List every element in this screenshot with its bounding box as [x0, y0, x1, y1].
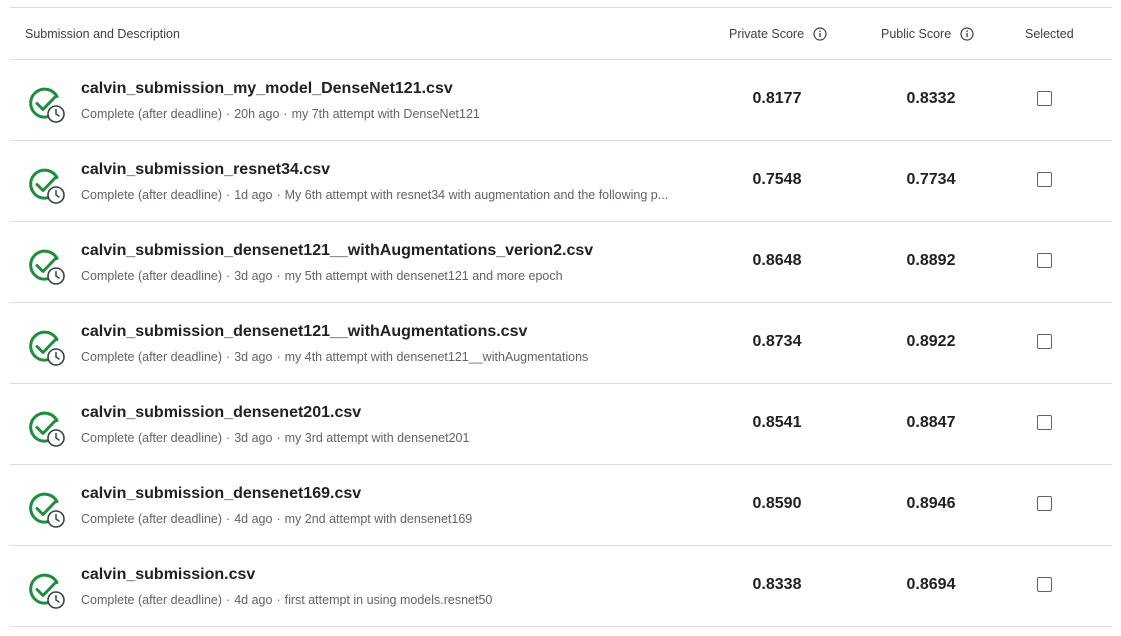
selected-checkbox[interactable]: [1037, 172, 1052, 187]
header-description: Submission and Description: [25, 27, 180, 41]
table-row[interactable]: calvin_submission_my_model_DenseNet121.c…: [10, 60, 1112, 141]
public-score: 0.8332: [906, 90, 956, 107]
submission-meta: Complete (after deadline) · 3d ago · my 3rd …: [81, 431, 470, 445]
submission-meta: Complete (after deadline) · 1d ago · My 6th …: [81, 188, 669, 202]
complete-status-icon: [29, 330, 65, 366]
submission-description: my 4th attempt with densenet121__withAug…: [284, 350, 589, 364]
public-score: 0.8892: [906, 252, 956, 269]
submission-status: Complete (after deadline): [81, 431, 223, 445]
header-public-score[interactable]: Public Score: [881, 27, 974, 41]
submission-status: Complete (after deadline): [81, 107, 223, 121]
header-private-score[interactable]: Private Score: [729, 27, 827, 41]
complete-status-icon: [29, 168, 65, 204]
private-score: 0.7548: [752, 171, 802, 188]
public-score: 0.8847: [906, 414, 956, 431]
submission-time: 3d ago: [234, 431, 273, 445]
submission-description: my 7th attempt with DenseNet121: [291, 107, 480, 121]
submission-status: Complete (after deadline): [81, 593, 223, 607]
submission-title[interactable]: calvin_submission_my_model_DenseNet121.c…: [81, 80, 453, 98]
selected-checkbox[interactable]: [1037, 415, 1052, 430]
submission-description: my 2nd attempt with densenet169: [284, 512, 473, 526]
complete-status-icon: [29, 249, 65, 285]
submission-meta: Complete (after deadline) · 3d ago · my 4th …: [81, 350, 589, 364]
private-score: 0.8177: [752, 90, 802, 107]
submission-description: my 3rd attempt with densenet201: [284, 431, 470, 445]
submission-meta: Complete (after deadline) · 4d ago · first a…: [81, 593, 493, 607]
submission-time: 3d ago: [234, 350, 273, 364]
table-header: Submission and Description Private Score…: [10, 7, 1112, 60]
selected-checkbox[interactable]: [1037, 496, 1052, 511]
selected-checkbox[interactable]: [1037, 253, 1052, 268]
submission-description: My 6th attempt with resnet34 with augmen…: [284, 188, 669, 202]
table-row[interactable]: calvin_submission_resnet34.csv Complete …: [10, 141, 1112, 222]
submission-meta: Complete (after deadline) · 3d ago · my 5th …: [81, 269, 563, 283]
private-score: 0.8734: [752, 333, 802, 350]
public-score: 0.8922: [906, 333, 956, 350]
submission-status: Complete (after deadline): [81, 350, 223, 364]
submission-title[interactable]: calvin_submission_densenet201.csv: [81, 404, 361, 422]
submission-meta: Complete (after deadline) · 4d ago · my 2nd …: [81, 512, 473, 526]
header-selected-label: Selected: [1025, 27, 1074, 41]
public-score: 0.8694: [906, 576, 956, 593]
selected-checkbox[interactable]: [1037, 91, 1052, 106]
complete-status-icon: [29, 411, 65, 447]
table-row[interactable]: calvin_submission_densenet121__withAugme…: [10, 222, 1112, 303]
header-public-label: Public Score: [881, 27, 952, 41]
submission-time: 4d ago: [234, 593, 273, 607]
complete-status-icon: [29, 87, 65, 123]
table-row[interactable]: calvin_submission_densenet201.csv Comple…: [10, 384, 1112, 465]
private-score: 0.8541: [752, 414, 802, 431]
public-score: 0.8946: [906, 495, 956, 512]
header-description-label: Submission and Description: [25, 27, 180, 41]
header-private-label: Private Score: [729, 27, 805, 41]
table-row[interactable]: calvin_submission.csv Complete (after de…: [10, 546, 1112, 627]
submission-status: Complete (after deadline): [81, 512, 223, 526]
submission-description: my 5th attempt with densenet121 and more…: [284, 269, 563, 283]
submission-status: Complete (after deadline): [81, 188, 223, 202]
submission-title[interactable]: calvin_submission_densenet121__withAugme…: [81, 323, 527, 341]
submission-time: 1d ago: [234, 188, 273, 202]
submission-status: Complete (after deadline): [81, 269, 223, 283]
private-score: 0.8590: [752, 495, 802, 512]
submission-time: 20h ago: [234, 107, 280, 121]
submission-title[interactable]: calvin_submission_resnet34.csv: [81, 161, 330, 179]
table-row[interactable]: calvin_submission_densenet169.csv Comple…: [10, 465, 1112, 546]
info-icon[interactable]: [960, 27, 974, 41]
submission-meta: Complete (after deadline) · 20h ago · my 7th…: [81, 107, 480, 121]
complete-status-icon: [29, 573, 65, 609]
private-score: 0.8338: [752, 576, 802, 593]
submission-title[interactable]: calvin_submission_densenet121__withAugme…: [81, 242, 593, 260]
selected-checkbox[interactable]: [1037, 334, 1052, 349]
submission-title[interactable]: calvin_submission.csv: [81, 566, 255, 584]
submission-time: 3d ago: [234, 269, 273, 283]
submission-title[interactable]: calvin_submission_densenet169.csv: [81, 485, 361, 503]
submission-description: first attempt in using models.resnet50: [284, 593, 493, 607]
public-score: 0.7734: [906, 171, 956, 188]
header-selected: Selected: [1025, 27, 1074, 41]
submission-time: 4d ago: [234, 512, 273, 526]
private-score: 0.8648: [752, 252, 802, 269]
submissions-table: Submission and Description Private Score…: [10, 7, 1112, 627]
complete-status-icon: [29, 492, 65, 528]
selected-checkbox[interactable]: [1037, 577, 1052, 592]
info-icon[interactable]: [813, 27, 827, 41]
table-row[interactable]: calvin_submission_densenet121__withAugme…: [10, 303, 1112, 384]
